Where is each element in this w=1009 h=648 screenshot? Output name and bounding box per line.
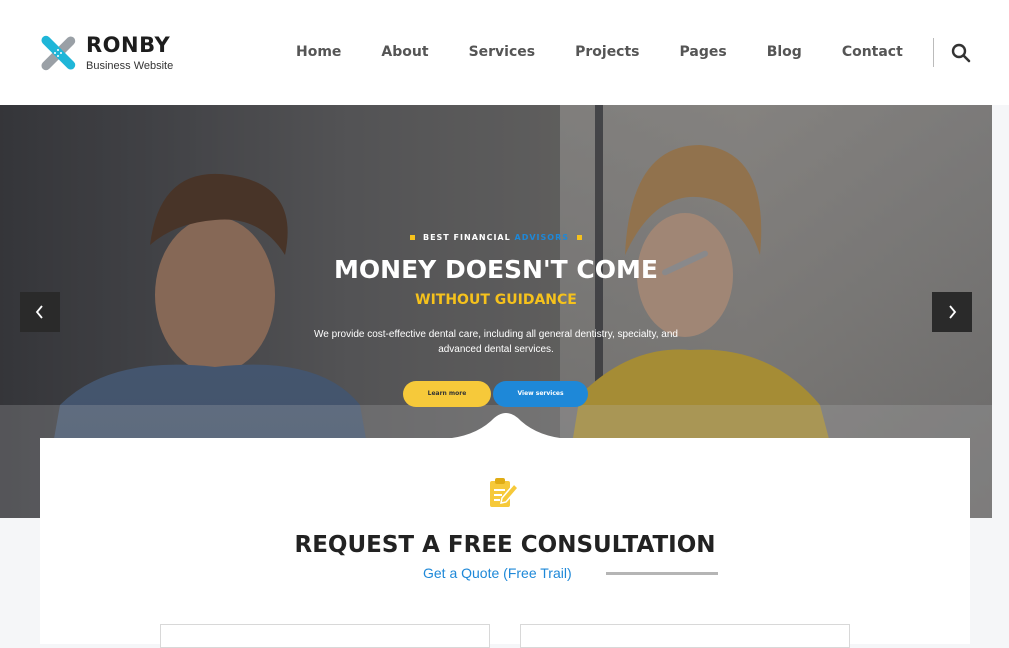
form-field[interactable] — [520, 624, 850, 648]
logo-icon — [41, 35, 76, 71]
form-field[interactable] — [160, 624, 490, 648]
nav-item-services[interactable]: Services — [449, 42, 556, 62]
brand-logo[interactable]: RONBY Business Website — [40, 33, 190, 73]
brand-tagline: Business Website — [86, 60, 174, 72]
decorative-line — [606, 572, 718, 575]
brand-name: RONBY — [86, 33, 171, 57]
consultation-subtitle: Get a Quote (Free Trail) — [423, 565, 572, 581]
hero-title: MONEY DOESN'T COME — [334, 255, 658, 284]
main-nav: Home About Services Projects Pages Blog … — [276, 42, 923, 62]
bullet-square — [409, 235, 415, 240]
hero-subtitle: WITHOUT GUIDANCE — [415, 292, 577, 308]
nav-item-contact[interactable]: Contact — [822, 42, 923, 62]
nav-item-blog[interactable]: Blog — [747, 42, 822, 62]
nav-item-pages[interactable]: Pages — [660, 42, 747, 62]
nav-divider — [933, 38, 934, 67]
bullet-square — [577, 235, 582, 240]
eyebrow-text: BEST FINANCIAL — [422, 233, 511, 242]
nav-item-about[interactable]: About — [361, 42, 448, 62]
consultation-title: REQUEST A FREE CONSULTATION — [294, 532, 716, 558]
clipboard-edit-icon — [490, 478, 520, 507]
hero-eyebrow: BEST FINANCIAL ADVISORS — [0, 233, 992, 242]
hero-description: We provide cost-effective dental care, i… — [314, 329, 678, 355]
nav-item-home[interactable]: Home — [276, 42, 361, 62]
nav-item-projects[interactable]: Projects — [555, 42, 659, 62]
eyebrow-accent: ADVISORS — [514, 233, 569, 242]
site-header: RONBY Business Website Home About Servic… — [0, 0, 1009, 105]
search-icon[interactable] — [950, 42, 972, 64]
panel-notch — [443, 413, 569, 439]
